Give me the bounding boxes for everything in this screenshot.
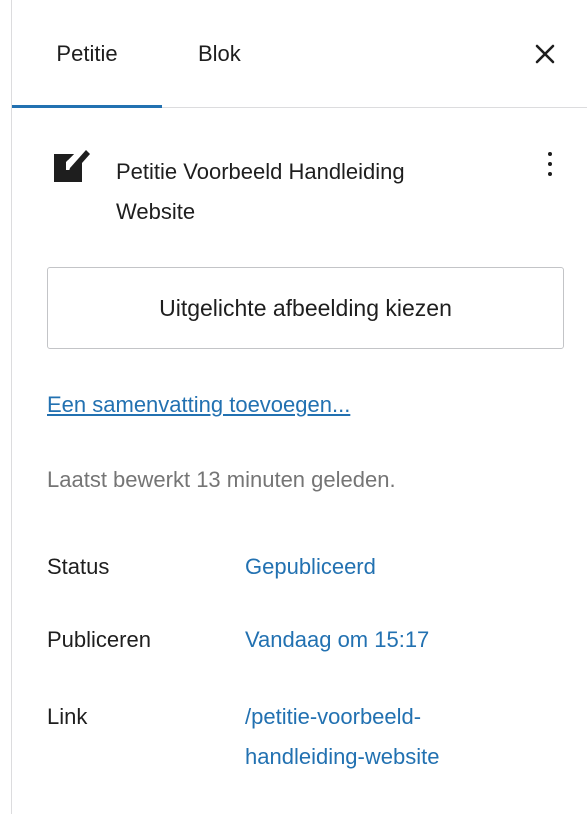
editor-divider [0, 0, 12, 814]
dot-icon [548, 162, 552, 166]
link-row: Link /petitie-voorbeeld- handleiding-web… [47, 697, 567, 777]
featured-image-button-label: Uitgelichte afbeelding kiezen [159, 294, 452, 321]
document-title: Petitie Voorbeeld Handleiding Website [116, 159, 405, 224]
settings-sidebar: Petitie Blok Petitie Voorbeeld Handleidi… [12, 0, 587, 814]
featured-image-button[interactable]: Uitgelichte afbeelding kiezen [47, 267, 564, 349]
status-value-button[interactable]: Gepubliceerd [245, 547, 545, 587]
sidebar-tabs: Petitie Blok [12, 0, 587, 108]
tab-blok[interactable]: Blok [162, 0, 307, 107]
dot-icon [548, 172, 552, 176]
permalink-button[interactable]: /petitie-voorbeeld- handleiding-website [245, 697, 545, 777]
dot-icon [548, 152, 552, 156]
permalink-line-1: /petitie-voorbeeld- [245, 704, 422, 729]
last-edited-text: Laatst bewerkt 13 minuten geleden. [47, 467, 396, 492]
more-options-button[interactable] [542, 148, 558, 184]
add-excerpt-link[interactable]: Een samenvatting toevoegen... [47, 392, 350, 418]
tab-petitie[interactable]: Petitie [12, 0, 162, 108]
publish-label: Publiceren [47, 627, 151, 652]
publish-date-button[interactable]: Vandaag om 15:17 [245, 620, 545, 660]
tab-petitie-label: Petitie [56, 40, 118, 66]
close-icon [535, 44, 555, 64]
link-label: Link [47, 704, 88, 729]
status-label: Status [47, 554, 110, 579]
tab-blok-label: Blok [198, 40, 241, 66]
document-summary: Petitie Voorbeeld Handleiding Website [52, 146, 572, 236]
post-edit-icon [54, 150, 90, 182]
permalink-line-2: handleiding-website [245, 744, 440, 769]
close-sidebar-button[interactable] [531, 40, 559, 68]
